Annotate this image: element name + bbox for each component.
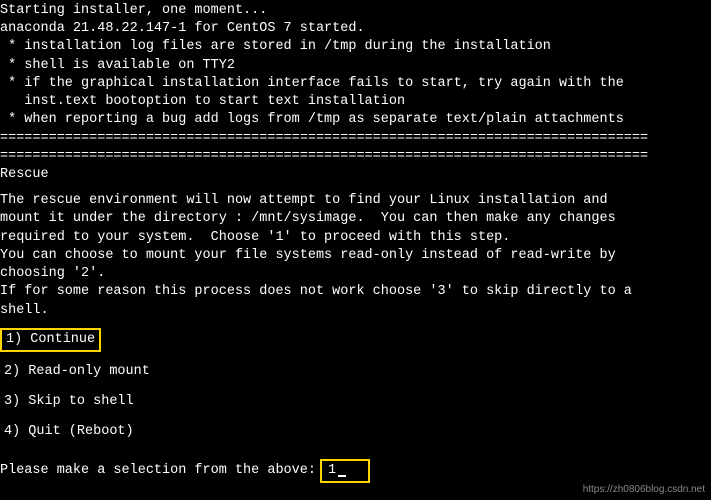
info-bullet-graphical-a: * if the graphical installation interfac… <box>0 75 711 93</box>
info-bullet-logs: * installation log files are stored in /… <box>0 38 711 56</box>
rescue-body-1a: The rescue environment will now attempt … <box>0 192 711 210</box>
installer-start-line: Starting installer, one moment... <box>0 2 711 20</box>
info-bullet-bugreport: * when reporting a bug add logs from /tm… <box>0 111 711 129</box>
option-quit-reboot[interactable]: 4) Quit (Reboot) <box>0 422 138 442</box>
info-bullet-shell: * shell is available on TTY2 <box>0 57 711 75</box>
rescue-body-2b: choosing '2'. <box>0 265 711 283</box>
anaconda-version-line: anaconda 21.48.22.147-1 for CentOS 7 sta… <box>0 20 711 38</box>
option-skip-shell[interactable]: 3) Skip to shell <box>0 392 138 412</box>
rescue-title: Rescue <box>0 166 711 184</box>
watermark-text: https://zh0806blog.csdn.net <box>583 483 705 497</box>
selection-input-value: 1 <box>328 462 336 480</box>
rescue-body-1b: mount it under the directory : /mnt/sysi… <box>0 210 711 228</box>
text-cursor <box>338 475 346 477</box>
separator-line-1: ========================================… <box>0 130 711 148</box>
rescue-body-3b: shell. <box>0 302 711 320</box>
selection-prompt-label: Please make a selection from the above: <box>0 462 316 480</box>
rescue-body-1c: required to your system. Choose '1' to p… <box>0 229 711 247</box>
separator-line-2: ========================================… <box>0 148 711 166</box>
option-readonly[interactable]: 2) Read-only mount <box>0 362 154 382</box>
option-continue[interactable]: 1) Continue <box>0 328 101 352</box>
rescue-body-3a: If for some reason this process does not… <box>0 283 711 301</box>
info-bullet-graphical-b: inst.text bootoption to start text insta… <box>0 93 711 111</box>
rescue-body-2a: You can choose to mount your file system… <box>0 247 711 265</box>
selection-input[interactable]: 1 <box>320 459 370 483</box>
